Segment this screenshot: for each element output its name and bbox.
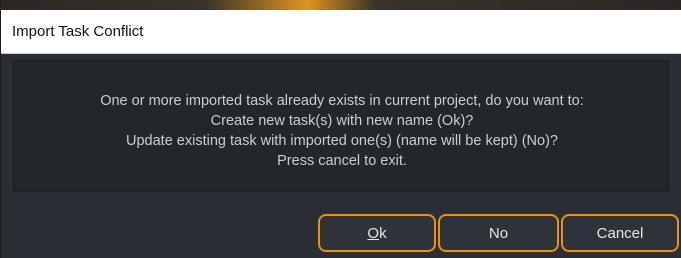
message-line: One or more imported task already exists… [100,93,584,109]
dialog-title: Import Task Conflict [12,23,144,40]
message-line: Press cancel to exit. [277,153,407,169]
no-button[interactable]: No [438,214,559,252]
ok-button[interactable]: Ok [318,214,436,252]
title-bar[interactable]: Import Task Conflict [1,10,681,54]
message-text: One or more imported task already exists… [14,91,670,171]
cancel-button-label: Cancel [596,224,644,242]
message-panel: One or more imported task already exists… [13,60,669,192]
message-line: Update existing task with imported one(s… [126,133,558,149]
ok-button-label: Ok [367,224,387,242]
dialog-body: One or more imported task already exists… [1,54,681,258]
dialog-window: Import Task Conflict One or more importe… [0,0,681,258]
no-button-label: No [488,224,509,242]
background-window-strip [1,0,681,10]
message-line: Create new task(s) with new name (Ok)? [210,113,474,129]
cancel-button[interactable]: Cancel [561,214,679,252]
